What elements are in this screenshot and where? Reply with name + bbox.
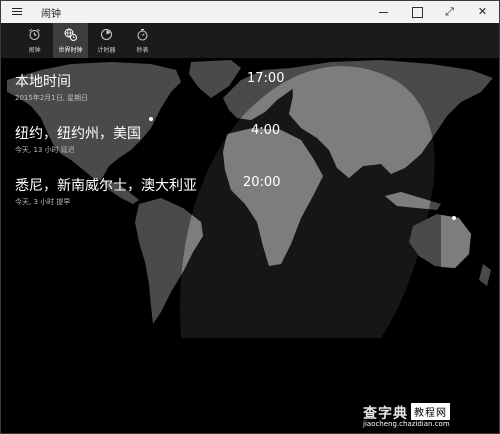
landmass-new-zealand (479, 264, 491, 286)
tab-stopwatch[interactable]: 秒表 (125, 23, 160, 58)
alarm-clock-icon (29, 28, 40, 40)
maximize-button[interactable] (400, 1, 433, 23)
tab-bar: 闹钟 世界时钟 计时器 秒表 (1, 23, 499, 58)
clock-subtitle: 今天, 13 小时 延迟 (15, 146, 75, 154)
alarm-app-window: 闹钟 ⤢ ✕ 闹钟 世界时钟 计时器 秒表 本地时间 2015年2月1日, 星期… (0, 0, 500, 434)
minimize-button[interactable] (367, 1, 400, 23)
app-title: 闹钟 (41, 9, 61, 20)
sydney-marker[interactable] (452, 216, 456, 220)
clock-subtitle: 2015年2月1日, 星期日 (15, 94, 89, 102)
tab-label: 秒表 (136, 47, 149, 54)
clock-time: 17:00 (247, 71, 285, 86)
watermark: 查字典 教程网 jiaocheng.chazidian.com (363, 403, 493, 429)
watermark-url: jiaocheng.chazidian.com (363, 420, 450, 428)
clock-subtitle: 今天, 3 小时 提早 (15, 198, 71, 206)
hamburger-icon[interactable] (12, 6, 24, 18)
watermark-box: 教程网 (411, 403, 450, 420)
title-bar: 闹钟 ⤢ ✕ (1, 1, 499, 23)
close-button[interactable]: ✕ (466, 1, 499, 23)
landmass-australia-day (441, 215, 471, 268)
new-york-marker[interactable] (149, 117, 153, 121)
timer-icon (101, 29, 112, 40)
stopwatch-icon (137, 29, 148, 41)
expand-icon[interactable]: ⤢ (433, 1, 466, 23)
world-clock-icon (64, 28, 77, 41)
clock-time: 20:00 (243, 175, 281, 190)
clock-time: 4:00 (251, 123, 281, 138)
